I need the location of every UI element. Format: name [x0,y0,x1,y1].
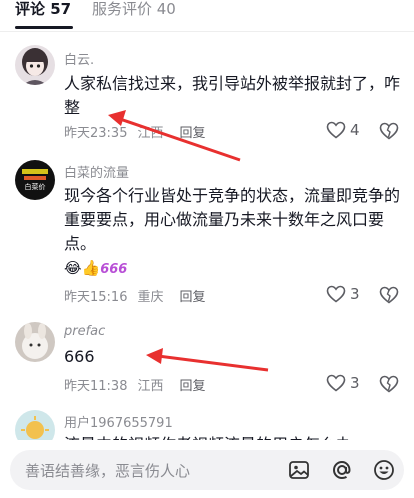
comment-text: 666 [64,347,95,366]
comment-username[interactable]: 白菜的流量 [64,162,129,181]
comment-meta: 昨天23:35 江西 回复 [64,122,206,141]
comment-input[interactable]: 善语结善缘，恶言伤人心 [10,450,404,490]
avatar[interactable]: 白菜价 [15,160,55,200]
like-count: 3 [350,285,360,303]
comment-location: 江西 [137,126,164,141]
avatar-label: 白菜价 [25,182,46,191]
active-tab-indicator [15,26,73,29]
dislike-button[interactable] [379,286,399,308]
image-icon[interactable] [288,459,310,481]
reply-button[interactable]: 回复 [179,122,205,141]
avatar[interactable] [15,322,55,362]
like-button[interactable]: 3 [326,285,360,303]
emoji-sticker: 😂👍 [64,259,101,277]
comment-time: 昨天11:38 [64,379,128,394]
comment-location: 重庆 [137,290,164,305]
avatar[interactable] [15,45,55,85]
heart-icon [326,121,346,139]
comment-username[interactable]: prefac [64,324,105,339]
heart-icon [326,285,346,303]
comment-meta: 昨天15:16 重庆 回复 [64,286,206,305]
reply-button[interactable]: 回复 [179,286,205,305]
comment-username[interactable]: 白云. [64,49,94,68]
comment-text: 现今各个行业皆处于竞争的状态，流量即竞争的重要要点，用心做流量乃未来十数年之风口… [64,186,401,253]
comment-meta: 昨天11:38 江西 回复 [64,375,206,394]
comment-time: 昨天23:35 [64,126,128,141]
comment-input-bar: 善语结善缘，恶言伤人心 [0,440,414,498]
comment-input-placeholder: 善语结善缘，恶言伤人心 [25,462,191,480]
comment-tabs: 评论 57 服务评价 40 [0,0,414,30]
broken-heart-icon [379,286,399,304]
dislike-button[interactable] [379,375,399,397]
tab-service-reviews[interactable]: 服务评价 40 [92,0,176,19]
comment-text: 人家私信找过来，我引导站外被举报就封了，咋整 [64,74,401,117]
heart-icon [326,374,346,392]
comment-emoji-line: 😂👍666 [64,256,404,282]
comment-username[interactable]: 用户1967655791 [64,412,173,431]
dislike-button[interactable] [379,122,399,144]
tab-comments[interactable]: 评论 57 [15,0,71,19]
emoji-icon[interactable] [373,459,395,481]
comment-time: 昨天15:16 [64,290,128,305]
broken-heart-icon [379,122,399,140]
like-count: 3 [350,374,360,392]
like-count: 4 [350,121,360,139]
reply-button[interactable]: 回复 [179,375,205,394]
comment-location: 江西 [137,379,164,394]
mention-icon[interactable] [331,459,353,481]
like-button[interactable]: 4 [326,121,360,139]
divider [0,31,414,32]
like-button[interactable]: 3 [326,374,360,392]
emoji-666-text: 666 [100,262,128,277]
broken-heart-icon [379,375,399,393]
